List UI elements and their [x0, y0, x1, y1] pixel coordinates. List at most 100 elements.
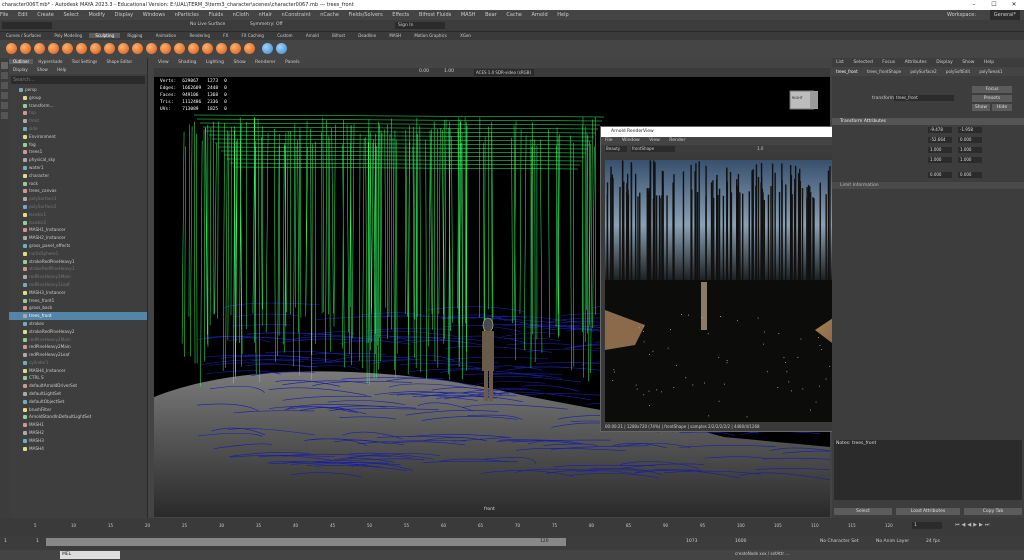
shelf-tab-deadline[interactable]: Deadline [352, 33, 382, 38]
outliner-item[interactable]: redPineHeavy2Main [9, 336, 147, 344]
vp-menu-shading[interactable]: Shading [178, 60, 196, 65]
tab-hypershade[interactable]: Hypershade [34, 59, 66, 64]
outliner-item[interactable]: MASH1 [9, 421, 147, 429]
pinch-tool-icon[interactable] [62, 43, 73, 54]
show-button[interactable]: Show [972, 104, 990, 111]
exposure-field[interactable]: 0.00 [419, 69, 429, 74]
shelf-tab-bifrost[interactable]: Bifrost [326, 33, 351, 38]
vp-menu-show[interactable]: Show [233, 60, 245, 65]
playback-controls[interactable]: ⏮◀◀▶▶⏭ [955, 522, 991, 528]
colorspace-dropdown[interactable]: ACES 1.0 SDR-video (sRGB) [474, 69, 534, 76]
start-frame-field[interactable]: 1 [4, 539, 7, 544]
smear-tool-icon[interactable] [202, 43, 213, 54]
attr-menu-selected[interactable]: Selected [853, 60, 873, 65]
outliner-item[interactable]: top [9, 109, 147, 117]
range-end-field[interactable]: 120 [540, 539, 549, 544]
fill-tool-icon[interactable] [174, 43, 185, 54]
notes-area[interactable]: Notes: trees_front [834, 440, 1022, 500]
foamy-tool-icon[interactable] [90, 43, 101, 54]
node-tab[interactable]: polyTweak1 [979, 69, 1002, 74]
menu-display[interactable]: Display [115, 12, 133, 18]
attr-field[interactable]: -52.664 [928, 137, 952, 143]
close-button[interactable]: ✕ [1004, 0, 1024, 10]
menu-arnold[interactable]: Arnold [531, 12, 547, 18]
amplify-tool-icon[interactable] [230, 43, 241, 54]
outliner-item[interactable]: MASH3_Instancer [9, 289, 147, 297]
outliner-search-input[interactable]: Search... [11, 76, 145, 84]
shelf-tab-mash[interactable]: MASH [383, 33, 407, 38]
outliner-item[interactable]: grass_panel_effects [9, 242, 147, 250]
presets-button[interactable]: Presets [972, 95, 1012, 102]
node-tab[interactable]: polySurface2 [910, 69, 936, 74]
end-frame-field-2[interactable]: 1600 [735, 539, 746, 544]
symmetry-label[interactable]: Symmetry: Off [250, 22, 283, 27]
focus-button[interactable]: Focus [972, 86, 1012, 93]
outliner-item[interactable]: MASH3 [9, 437, 147, 445]
menu-create[interactable]: Create [37, 12, 54, 18]
character-set-dropdown[interactable]: No Character Set [820, 539, 859, 544]
outliner-item[interactable]: strokeRedPineHeavy1 [9, 265, 147, 273]
outliner-item[interactable]: MASH1_Instancer [9, 226, 147, 234]
outliner-item[interactable]: CTRL S [9, 374, 147, 382]
outliner-item[interactable]: redPineHeavy1Leaf [9, 281, 147, 289]
outliner-item[interactable]: locator2 [9, 219, 147, 227]
mel-tab[interactable]: MEL [60, 551, 120, 559]
bulge-tool-icon[interactable] [216, 43, 227, 54]
shelf-tab-rigging[interactable]: Rigging [121, 33, 148, 38]
vp-menu-renderer[interactable]: Renderer [255, 60, 276, 65]
load-attributes-button[interactable]: Load Attributes [896, 508, 960, 515]
view-cube-icon[interactable] [789, 90, 818, 110]
menu-cache[interactable]: Cache [506, 12, 522, 18]
outliner-item[interactable]: physical_sky [9, 156, 147, 164]
repeat-tool-icon[interactable] [118, 43, 129, 54]
outliner-item[interactable]: redPineHeavy2Main [9, 343, 147, 351]
attr-menu-attributes[interactable]: Attributes [905, 60, 927, 65]
attr-menu-show[interactable]: Show [962, 60, 974, 65]
range-bar[interactable] [46, 538, 566, 546]
flatten-tool-icon[interactable] [76, 43, 87, 54]
outliner-item[interactable]: defaultLightSet [9, 390, 147, 398]
outliner-item[interactable]: MASH4_Instancer [9, 367, 147, 375]
outliner-item[interactable]: brushFilter [9, 406, 147, 414]
shelf-tab-arnold[interactable]: Arnold [300, 33, 325, 38]
menu-windows[interactable]: Windows [143, 12, 165, 18]
freeze-tool-icon[interactable] [244, 43, 255, 54]
outliner-item[interactable]: trees_canvas [9, 187, 147, 195]
attr-field[interactable]: -1.958 [958, 127, 982, 133]
outliner-item[interactable]: locator1 [9, 211, 147, 219]
copy-tab-button[interactable]: Copy Tab [964, 508, 1022, 515]
outliner-item[interactable]: trees_front [9, 312, 147, 320]
rv-menu-view[interactable]: View [649, 138, 660, 143]
outliner-item[interactable]: fog [9, 141, 147, 149]
outliner-item[interactable]: trees1 [9, 148, 147, 156]
menu-edit[interactable]: Edit [18, 12, 28, 18]
relax-tool-icon[interactable] [34, 43, 45, 54]
outliner-item[interactable]: defaultObjectSet [9, 398, 147, 406]
lasso-tool-icon[interactable] [1, 72, 8, 79]
rv-menu-render[interactable]: Render [669, 138, 685, 143]
outliner-item[interactable]: trees_front1 [9, 297, 147, 305]
outliner-item[interactable]: strokeRedPineHeavy2 [9, 328, 147, 336]
outliner-item[interactable]: MASH4 [9, 445, 147, 453]
current-frame-field[interactable]: 1 [912, 522, 942, 529]
node-tab[interactable]: polySoftEdit [946, 69, 970, 74]
rotate-tool-icon[interactable] [1, 102, 8, 109]
mask-tool-icon[interactable] [262, 43, 273, 54]
wax-tool-icon[interactable] [146, 43, 157, 54]
shelf-tab-custom[interactable]: Custom [271, 33, 298, 38]
transform-attributes-section[interactable]: Transform Attributes [832, 118, 1024, 125]
select-button[interactable]: Select [834, 508, 892, 515]
fps-dropdown[interactable]: 24 fps [926, 539, 940, 544]
shelf-tab-animation[interactable]: Animation [150, 33, 182, 38]
attr-menu-focus[interactable]: Focus [882, 60, 895, 65]
spray-tool-icon[interactable] [104, 43, 115, 54]
menu-fields-solvers[interactable]: Fields/Solvers [349, 12, 383, 18]
outliner-menu-help[interactable]: Help [53, 67, 70, 72]
tab-shape-editor[interactable]: Shape Editor [103, 59, 137, 64]
outliner-item[interactable]: character [9, 172, 147, 180]
workspace-dropdown[interactable]: General* [989, 10, 1020, 20]
zoom-field[interactable]: 1.0 [757, 146, 763, 151]
outliner-item[interactable]: group [9, 94, 147, 102]
outliner-item[interactable]: nurbsSphere1 [9, 250, 147, 258]
grab-tool-icon[interactable] [48, 43, 59, 54]
